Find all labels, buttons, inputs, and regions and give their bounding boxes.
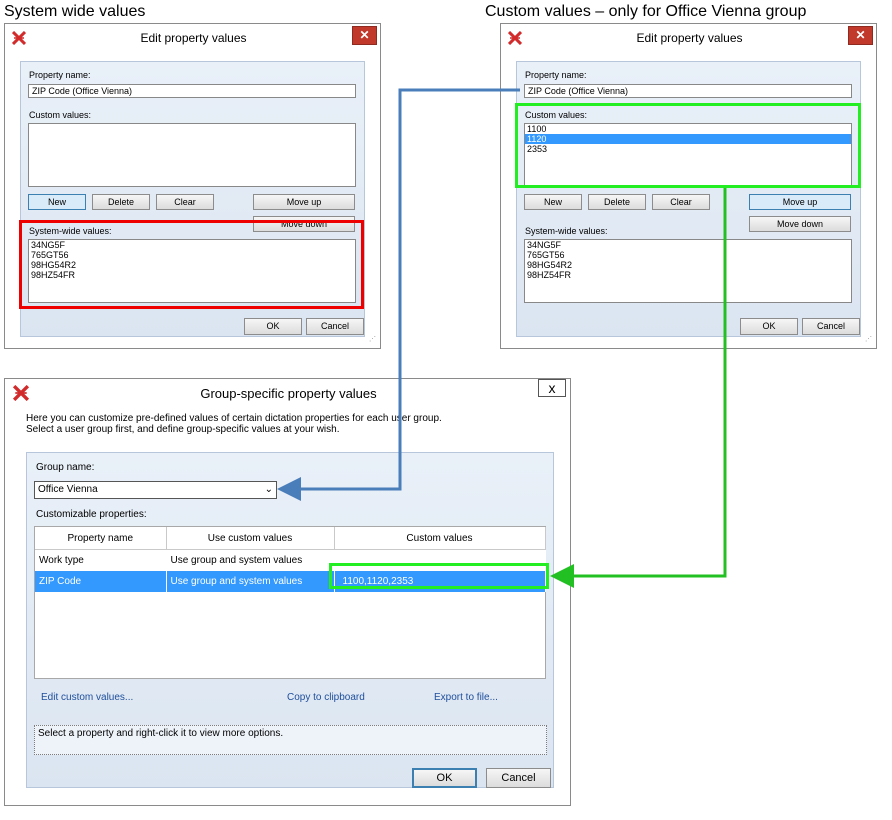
blue-connector-arrow (277, 88, 520, 501)
green-connector-arrow (550, 188, 727, 588)
connector-arrows (277, 88, 727, 588)
